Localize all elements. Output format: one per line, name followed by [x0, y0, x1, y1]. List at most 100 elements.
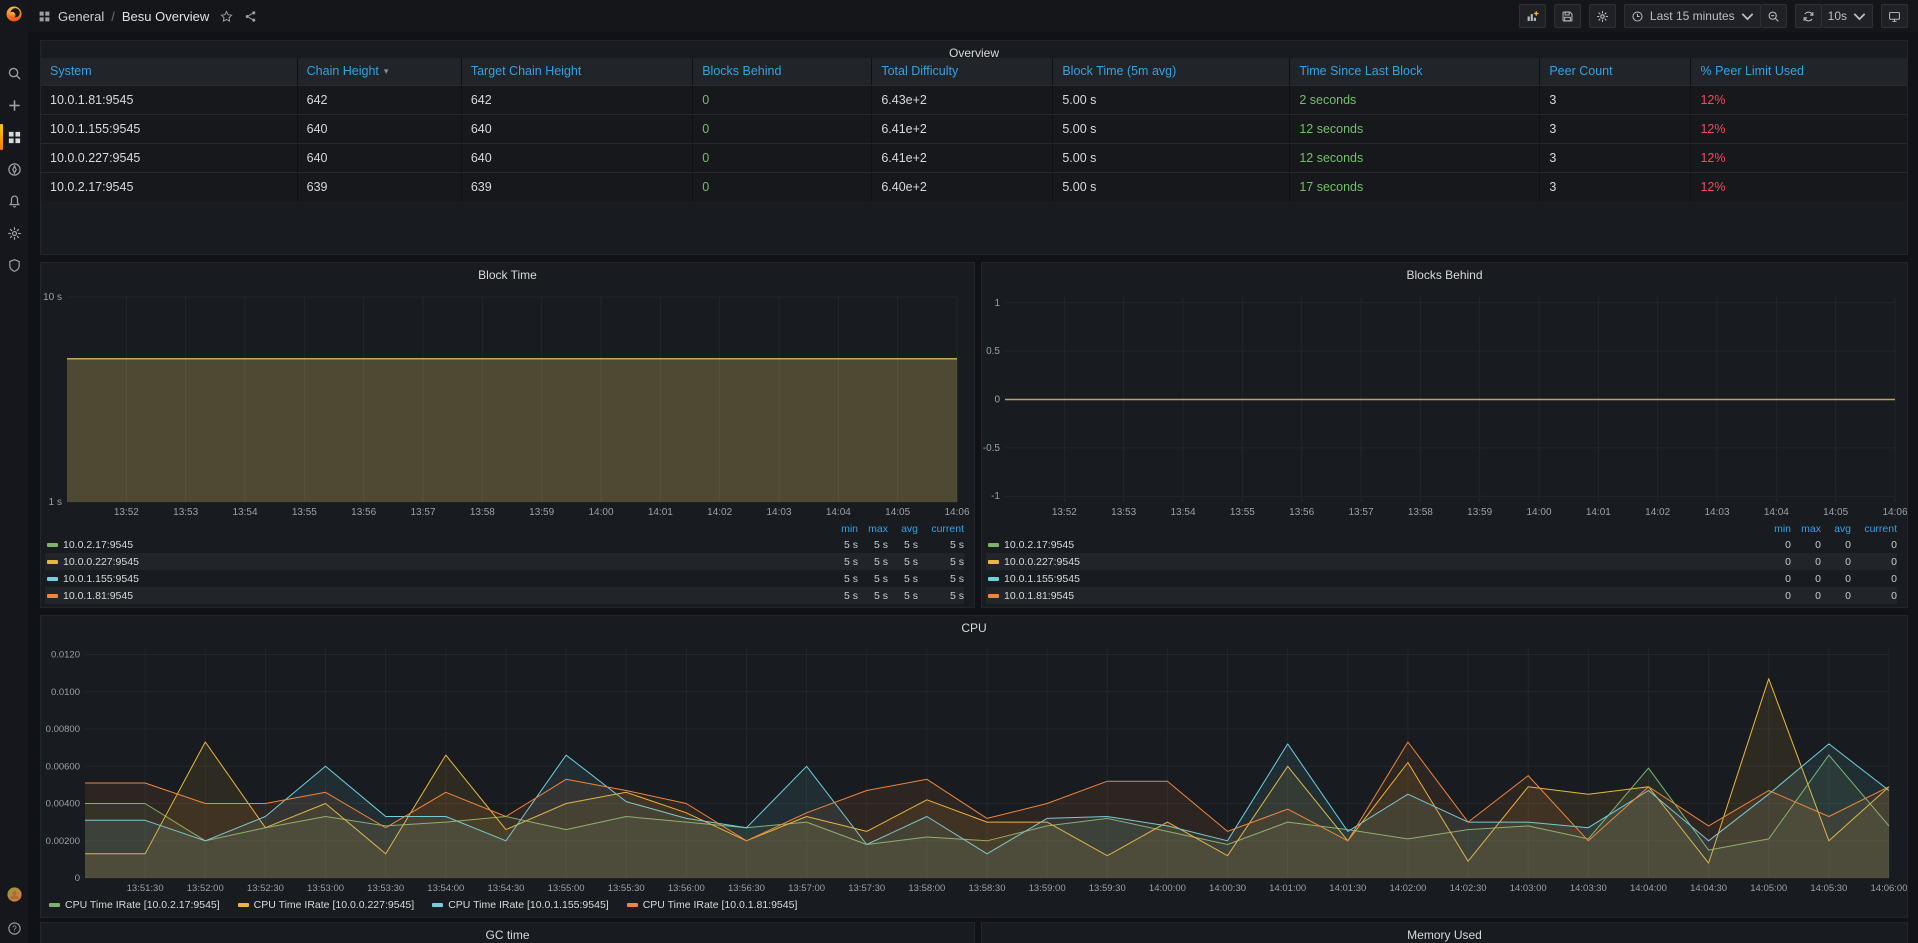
legend-series-color-icon[interactable] — [47, 543, 58, 547]
x-axis-tick-label: 13:55:00 — [548, 883, 585, 893]
legend-stat-column[interactable]: max — [858, 523, 888, 535]
legend-stat-value: 5 s — [888, 556, 918, 568]
share-icon[interactable] — [244, 10, 257, 23]
legend-stat-column[interactable]: max — [1791, 523, 1821, 535]
zoom-out-button[interactable] — [1761, 4, 1787, 28]
x-axis-tick-label: 13:52 — [1052, 507, 1077, 518]
user-avatar[interactable] — [0, 879, 28, 909]
breadcrumb-dashboard-title[interactable]: Besu Overview — [122, 9, 209, 24]
y-axis-tick-label: 0.00600 — [46, 761, 80, 772]
table-column-header[interactable]: System — [41, 58, 297, 85]
dashboard-settings-button[interactable] — [1589, 4, 1616, 28]
cpu-chart[interactable]: 0.01200.01000.008000.006000.004000.00200… — [41, 640, 1907, 893]
legend-series-item[interactable]: CPU Time IRate [10.0.2.17:9545] — [47, 899, 220, 911]
refresh-interval-dropdown[interactable]: 10s — [1822, 4, 1873, 28]
legend-stat-value: 5 s — [858, 590, 888, 602]
sidebar-dashboards-icon[interactable] — [0, 122, 28, 152]
legend-stat-column[interactable]: current — [1851, 523, 1897, 535]
cycle-view-button[interactable] — [1881, 4, 1908, 28]
table-row: 10.0.2.17:954563963906.40e+25.00 s17 sec… — [41, 172, 1907, 201]
x-axis-tick-label: 13:53 — [1111, 507, 1136, 518]
x-axis-tick-label: 13:51:30 — [127, 883, 164, 893]
x-axis-tick-label: 14:04 — [1764, 507, 1789, 518]
table-cell: 6.41e+2 — [871, 115, 1052, 143]
time-range-label: Last 15 minutes — [1650, 9, 1735, 23]
panel-overview: Overview SystemChain Height▾Target Chain… — [40, 40, 1908, 255]
legend-stat-value: 0 — [1761, 556, 1791, 568]
sort-caret-icon: ▾ — [384, 58, 389, 85]
x-axis-tick-label: 14:02:00 — [1389, 883, 1426, 893]
legend-series-name[interactable]: 10.0.2.17:9545 — [63, 539, 828, 551]
table-column-header[interactable]: Target Chain Height — [461, 58, 692, 85]
x-axis-tick-label: 14:06 — [1882, 507, 1907, 518]
table-column-header[interactable]: Block Time (5m avg) — [1052, 58, 1289, 85]
legend-series-color-icon[interactable] — [988, 543, 999, 547]
table-cell: 639 — [297, 173, 461, 201]
legend-series-name[interactable]: 10.0.2.17:9545 — [1004, 539, 1761, 551]
x-axis-tick-label: 14:03:00 — [1510, 883, 1547, 893]
legend-series-color-icon[interactable] — [47, 560, 58, 564]
legend-series-color-icon[interactable] — [988, 560, 999, 564]
legend-stat-value: 0 — [1791, 556, 1821, 568]
legend-series-color-icon[interactable] — [988, 594, 999, 598]
legend-stat-column[interactable]: min — [828, 523, 858, 535]
panel-blocks-behind: Blocks Behind 10.50-0.5-113:5213:5313:54… — [981, 262, 1908, 608]
legend-series-name[interactable]: 10.0.1.155:9545 — [63, 573, 828, 585]
legend-stat-column[interactable]: current — [918, 523, 964, 535]
x-axis-tick-label: 14:00:00 — [1149, 883, 1186, 893]
legend-stat-column[interactable]: avg — [1821, 523, 1851, 535]
legend-stat-column[interactable]: min — [1761, 523, 1791, 535]
panel-title-blocks-behind[interactable]: Blocks Behind — [982, 263, 1907, 287]
blocks-behind-chart[interactable]: 10.50-0.5-113:5213:5313:5413:5513:5613:5… — [982, 287, 1907, 525]
sidebar-configuration-gear-icon[interactable] — [0, 218, 28, 248]
x-axis-tick-label: 14:01 — [1586, 507, 1611, 518]
legend-stat-value: 5 s — [918, 573, 964, 585]
panel-title-memory-used[interactable]: Memory Used — [982, 923, 1907, 943]
legend-series-color-icon[interactable] — [47, 577, 58, 581]
table-column-header[interactable]: % Peer Limit Used — [1690, 58, 1906, 85]
sidebar-search-icon[interactable] — [0, 58, 28, 88]
sidebar-explore-compass-icon[interactable] — [0, 154, 28, 184]
time-range-picker[interactable]: Last 15 minutes — [1624, 4, 1761, 28]
table-cell: 642 — [297, 86, 461, 114]
legend-series-name[interactable]: 10.0.0.227:9545 — [63, 556, 828, 568]
table-column-header[interactable]: Chain Height▾ — [297, 58, 461, 85]
panel-title-gc-time[interactable]: GC time — [41, 923, 974, 943]
legend-series-item[interactable]: CPU Time IRate [10.0.0.227:9545] — [236, 899, 415, 911]
legend-series-color-icon[interactable] — [47, 594, 58, 598]
legend-series-name[interactable]: 10.0.0.227:9545 — [1004, 556, 1761, 568]
sidebar-alerting-bell-icon[interactable] — [0, 186, 28, 216]
legend-series-item[interactable]: CPU Time IRate [10.0.1.155:9545] — [430, 899, 609, 911]
star-icon[interactable] — [220, 10, 233, 23]
sidebar-server-admin-shield-icon[interactable] — [0, 250, 28, 280]
block-time-chart[interactable]: 10 s1 s13:5213:5313:5413:5513:5613:5713:… — [41, 287, 974, 525]
refresh-button[interactable] — [1795, 4, 1822, 28]
legend-header: minmaxavgcurrent — [45, 521, 964, 536]
x-axis-tick-label: 14:01:30 — [1329, 883, 1366, 893]
sidebar-create-plus-icon[interactable] — [0, 90, 28, 120]
legend-series-item[interactable]: CPU Time IRate [10.0.1.81:9545] — [625, 899, 798, 911]
add-panel-button[interactable] — [1519, 4, 1546, 28]
x-axis-tick-label: 14:05:00 — [1750, 883, 1787, 893]
legend-series-color-icon[interactable] — [988, 577, 999, 581]
save-dashboard-button[interactable] — [1554, 4, 1581, 28]
legend-series-name[interactable]: 10.0.1.155:9545 — [1004, 573, 1761, 585]
grafana-logo-icon[interactable] — [5, 5, 23, 23]
table-column-header[interactable]: Total Difficulty — [871, 58, 1052, 85]
legend-stat-column[interactable]: avg — [888, 523, 918, 535]
panel-title-block-time[interactable]: Block Time — [41, 263, 974, 287]
table-column-header[interactable]: Time Since Last Block — [1289, 58, 1539, 85]
breadcrumb-folder[interactable]: General — [58, 9, 104, 24]
table-cell: 0 — [692, 86, 871, 114]
legend-series-row: 10.0.1.81:95455 s5 s5 s5 s — [45, 587, 964, 604]
table-cell: 3 — [1539, 144, 1690, 172]
legend-stat-value: 0 — [1851, 539, 1897, 551]
panel-title-cpu[interactable]: CPU — [41, 616, 1907, 640]
legend-series-name[interactable]: 10.0.1.81:9545 — [1004, 590, 1761, 602]
x-axis-tick-label: 14:06:00 — [1871, 883, 1907, 893]
legend-series-name[interactable]: 10.0.1.81:9545 — [63, 590, 828, 602]
help-icon[interactable]: ? — [0, 913, 28, 943]
x-axis-tick-label: 14:00 — [588, 507, 613, 518]
table-column-header[interactable]: Blocks Behind — [692, 58, 871, 85]
table-column-header[interactable]: Peer Count — [1539, 58, 1690, 85]
